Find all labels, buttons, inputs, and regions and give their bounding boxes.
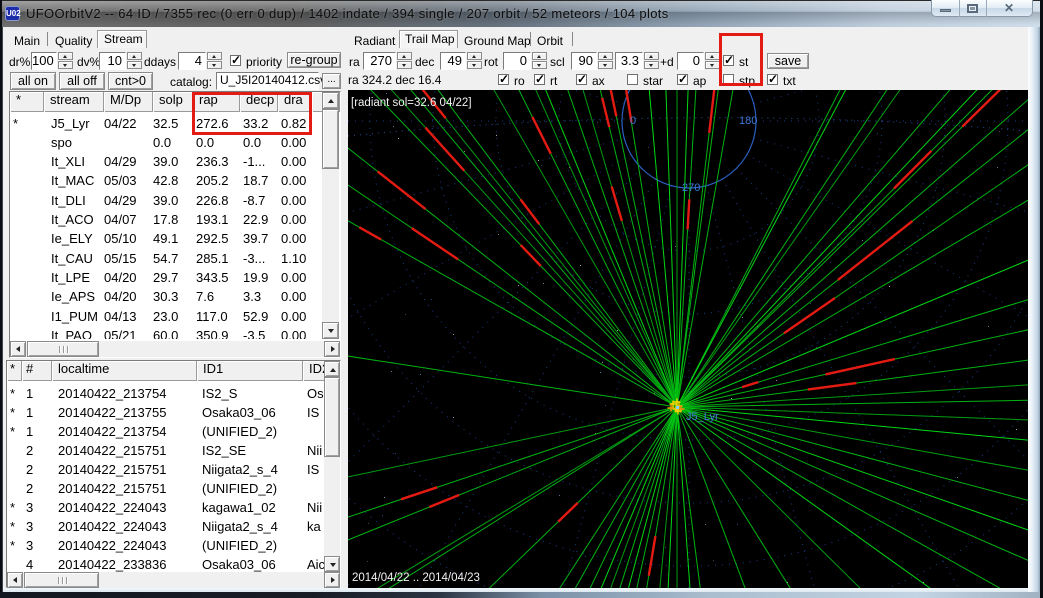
svg-text:J5_Lyr: J5_Lyr [686, 411, 719, 423]
svg-text:0: 0 [630, 115, 636, 127]
svg-text:180: 180 [739, 115, 757, 127]
svg-text:270: 270 [682, 182, 700, 194]
svg-text:2014/04/22 .. 2014/04/23: 2014/04/22 .. 2014/04/23 [352, 572, 480, 584]
svg-text:[radiant sol=32.6 04/22]: [radiant sol=32.6 04/22] [351, 97, 472, 109]
